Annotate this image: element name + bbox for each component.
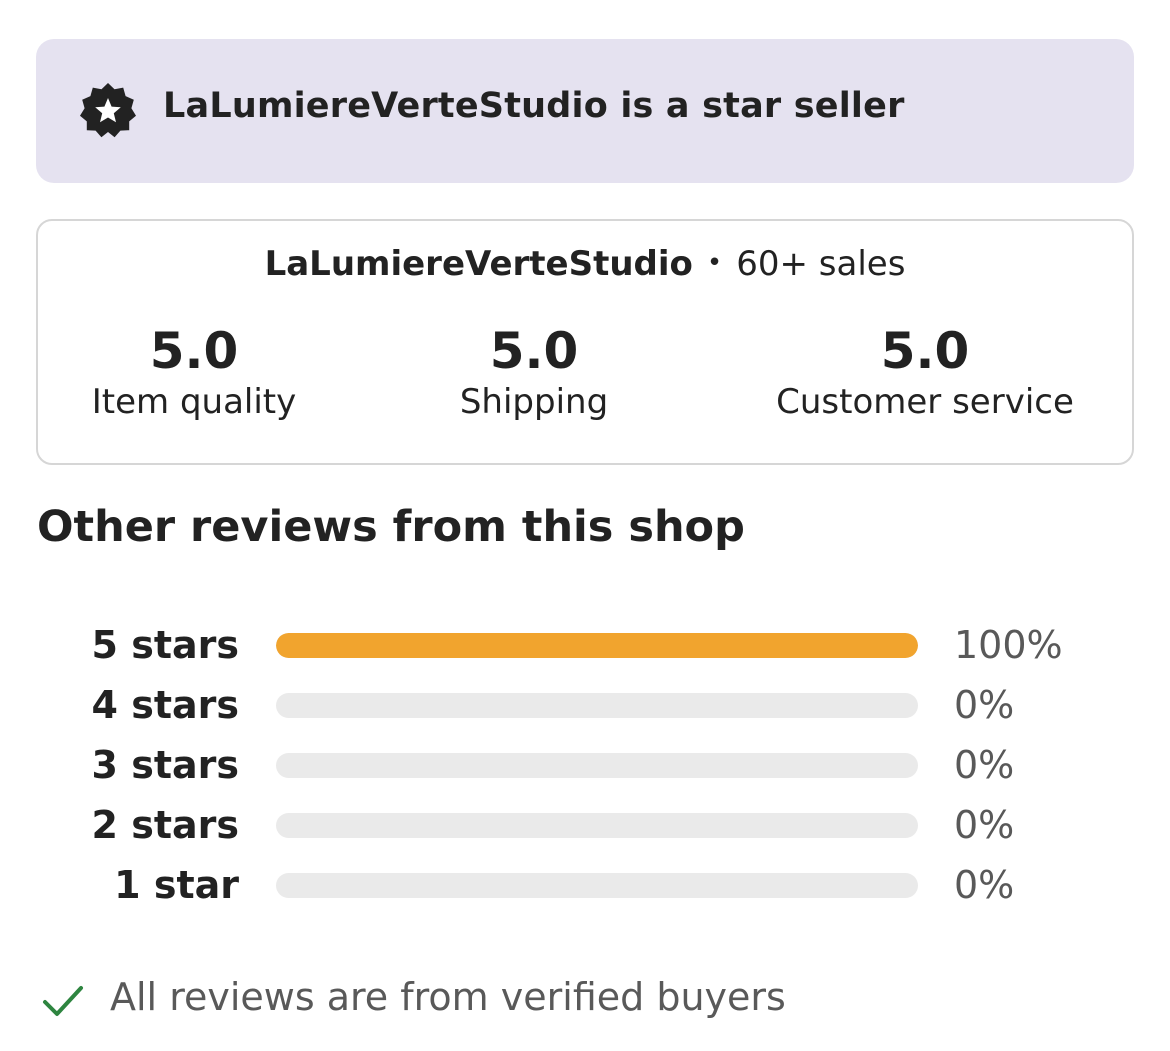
metric-customer-service: 5.0 Customer service [750,322,1100,424]
rating-percent: 0% [954,743,1015,787]
section-title: Other reviews from this shop [37,502,745,552]
rating-bar-fill [276,633,918,658]
rating-label: 3 stars [91,743,239,787]
metric-value: 5.0 [149,322,239,380]
rating-percent: 0% [954,683,1015,727]
rating-row-1[interactable]: 1 star 0% [0,855,1170,915]
rating-bar [276,633,918,658]
metric-label: Shipping [459,382,609,422]
shop-reviews-page: LaLumiereVerteStudio is a star seller La… [0,0,1170,1051]
metric-item-quality: 5.0 Item quality [54,322,334,424]
rating-bar [276,873,918,898]
rating-row-4[interactable]: 4 stars 0% [0,675,1170,735]
rating-bar [276,813,918,838]
rating-label: 1 star [114,863,239,907]
rating-row-5[interactable]: 5 stars 100% [0,615,1170,675]
checkmark-icon [40,978,86,1024]
metric-label: Item quality [91,382,297,422]
shop-name-link[interactable]: LaLumiereVerteStudio [265,244,693,284]
rating-bar [276,753,918,778]
metric-label: Customer service [776,382,1074,422]
shop-sales-count: 60+ sales [736,244,906,284]
rating-row-3[interactable]: 3 stars 0% [0,735,1170,795]
star-seller-badge-icon [78,81,138,141]
separator-dot: • [706,248,723,278]
verified-buyers-note: All reviews are from verified buyers [110,975,786,1019]
rating-bar [276,693,918,718]
rating-label: 5 stars [91,623,239,667]
metric-shipping: 5.0 Shipping [394,322,674,424]
metric-value: 5.0 [880,322,970,380]
metric-value: 5.0 [489,322,579,380]
rating-label: 4 stars [91,683,239,727]
rating-row-2[interactable]: 2 stars 0% [0,795,1170,855]
rating-percent: 0% [954,803,1015,847]
shop-summary: LaLumiereVerteStudio • 60+ sales [0,244,1170,284]
rating-label: 2 stars [91,803,239,847]
rating-percent: 100% [954,623,1063,667]
star-seller-text: LaLumiereVerteStudio is a star seller [163,86,905,126]
rating-percent: 0% [954,863,1015,907]
